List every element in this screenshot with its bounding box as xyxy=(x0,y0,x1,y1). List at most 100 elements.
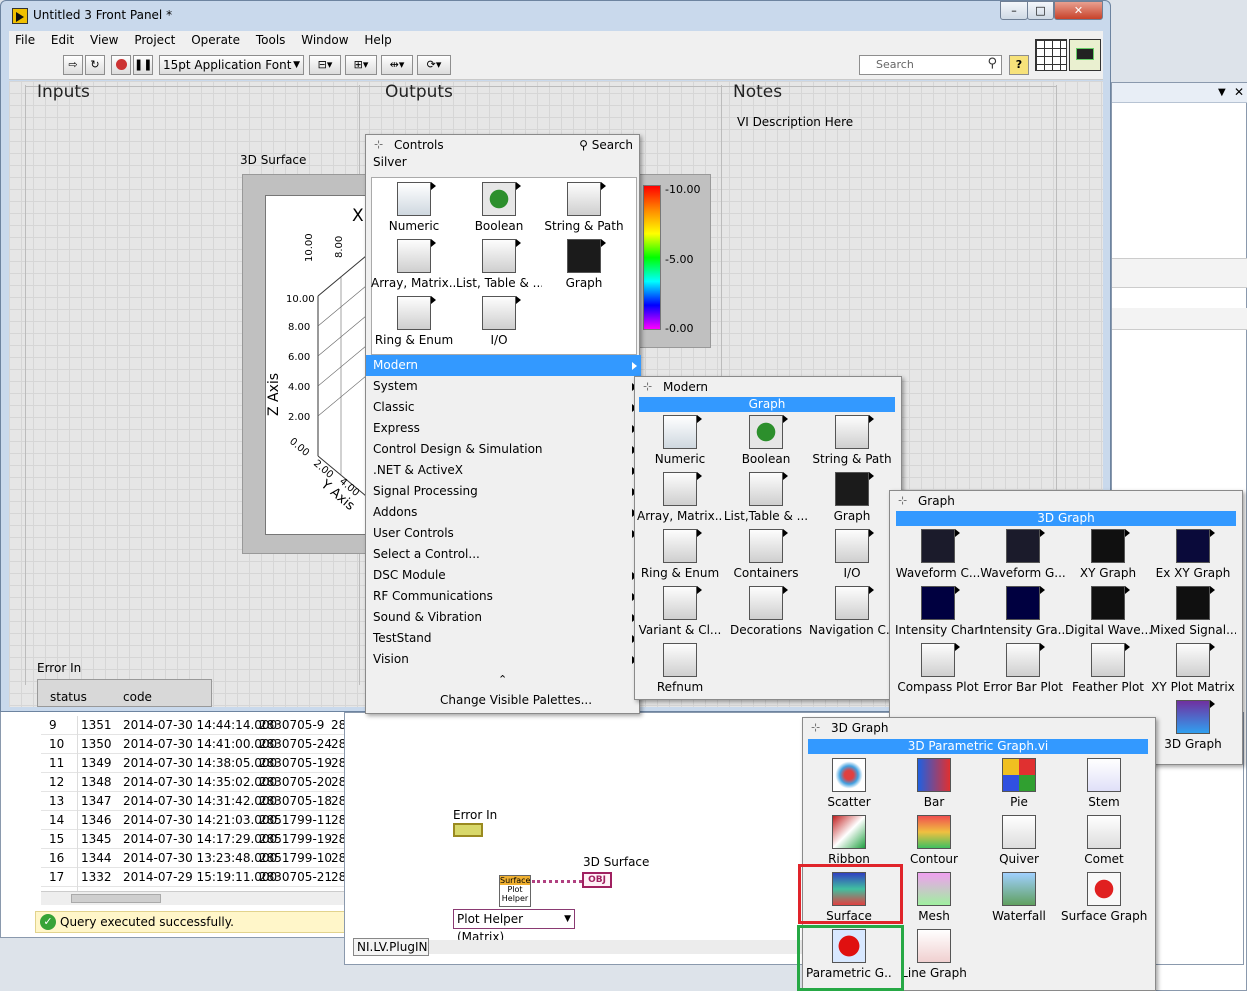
graph-item-waveform-c[interactable]: Waveform C... xyxy=(895,529,981,580)
abort-icon[interactable] xyxy=(111,55,131,75)
table-row[interactable]: 16 1344 2014-07-30 13:23:48.000 2851799-10 2… xyxy=(41,849,351,868)
horizontal-scrollbar[interactable] xyxy=(41,891,351,905)
graph3d-item-surface-graph[interactable]: Surface Graph xyxy=(1061,872,1147,923)
table-row[interactable]: 17 1332 2014-07-29 15:19:11.000 2830705-21 2… xyxy=(41,868,351,887)
menu-item-addons[interactable]: Addons xyxy=(366,502,641,523)
chevron-down-icon[interactable]: ▼ xyxy=(1218,87,1226,98)
controls-item-boolean[interactable]: Boolean xyxy=(456,182,542,233)
context-help-button[interactable]: ? xyxy=(1009,55,1029,75)
diagram-scrollbar[interactable] xyxy=(429,940,829,954)
pin-icon[interactable]: ⊹ xyxy=(643,381,655,393)
graph3d-item-pie[interactable]: Pie xyxy=(976,758,1062,809)
modern-item-i-o[interactable]: I/O xyxy=(809,529,895,580)
search-box[interactable]: Search ⚲ xyxy=(859,55,1002,75)
reorder-icon[interactable]: ⟳▾ xyxy=(417,55,451,75)
modern-item-array-matrix[interactable]: Array, Matrix... xyxy=(637,472,723,523)
graph3d-item-scatter[interactable]: Scatter xyxy=(806,758,892,809)
menu-item-express[interactable]: Express xyxy=(366,418,641,439)
graph3d-item-ribbon[interactable]: Ribbon xyxy=(806,815,892,866)
menu-tools[interactable]: Tools xyxy=(250,31,292,50)
modern-item-boolean[interactable]: Boolean xyxy=(723,415,809,466)
graph3d-item-contour[interactable]: Contour xyxy=(891,815,977,866)
modern-item-ring-enum[interactable]: Ring & Enum xyxy=(637,529,723,580)
modern-item-decorations[interactable]: Decorations xyxy=(723,586,809,637)
controls-item-list-table[interactable]: List, Table & ... xyxy=(456,239,542,290)
modern-item-variant-cl[interactable]: Variant & Cl... xyxy=(637,586,723,637)
modern-item-refnum[interactable]: Refnum xyxy=(637,643,723,694)
graph-item-intensity-gra[interactable]: Intensity Gra... xyxy=(980,586,1066,637)
table-row[interactable]: 10 1350 2014-07-30 14:41:00.000 2830705-24 2… xyxy=(41,735,351,754)
controls-item-ring-enum[interactable]: Ring & Enum xyxy=(371,296,457,347)
graph-item-ex-xy-graph[interactable]: Ex XY Graph xyxy=(1150,529,1236,580)
graph3d-item-quiver[interactable]: Quiver xyxy=(976,815,1062,866)
distribute-objects-icon[interactable]: ⊞▾ xyxy=(345,55,377,75)
pin-icon[interactable]: ⊹ xyxy=(898,495,910,507)
connector-pane-icon[interactable] xyxy=(1035,39,1067,71)
menu-item-modern[interactable]: Modern xyxy=(366,355,641,376)
table-row[interactable]: 12 1348 2014-07-30 14:35:02.000 2830705-20 2… xyxy=(41,773,351,792)
close-button[interactable]: ✕ xyxy=(1054,1,1103,20)
table-row[interactable]: 14 1346 2014-07-30 14:21:03.000 2851799-11 2… xyxy=(41,811,351,830)
resize-objects-icon[interactable]: ⇹▾ xyxy=(381,55,413,75)
controls-item-numeric[interactable]: Numeric xyxy=(371,182,457,233)
menu-view[interactable]: View xyxy=(84,31,124,50)
controls-item-array-matrix[interactable]: Array, Matrix... xyxy=(371,239,457,290)
font-select[interactable]: 15pt Application Font ▼ xyxy=(159,55,304,75)
menu-item-net-activex[interactable]: .NET & ActiveX xyxy=(366,460,641,481)
table-row[interactable]: 15 1345 2014-07-30 14:17:29.000 2851799-19 2… xyxy=(41,830,351,849)
menu-item-system[interactable]: System xyxy=(366,376,641,397)
vi-icon[interactable] xyxy=(1069,39,1101,71)
menu-item-user-controls[interactable]: User Controls xyxy=(366,523,641,544)
modern-item-list-table[interactable]: List,Table & ... xyxy=(723,472,809,523)
table-row[interactable]: 9 1351 2014-07-30 14:44:14.000 2830705-9 28 xyxy=(41,716,351,735)
graph-item-xy-plot-matrix[interactable]: XY Plot Matrix xyxy=(1150,643,1236,694)
graph-item-feather-plot[interactable]: Feather Plot xyxy=(1065,643,1151,694)
menu-help[interactable]: Help xyxy=(358,31,397,50)
menu-window[interactable]: Window xyxy=(295,31,354,50)
maximize-button[interactable]: □ xyxy=(1027,1,1054,20)
graph-item-mixed-signal[interactable]: Mixed Signal... xyxy=(1150,586,1236,637)
menu-edit[interactable]: Edit xyxy=(45,31,80,50)
error-in-terminal[interactable] xyxy=(453,823,483,837)
menu-item-classic[interactable]: Classic xyxy=(366,397,641,418)
close-icon[interactable]: ✕ xyxy=(1234,85,1244,99)
run-arrow-icon[interactable]: ⇨ xyxy=(63,55,83,75)
run-continuously-icon[interactable]: ↻ xyxy=(85,55,105,75)
obj-terminal[interactable]: OBJ xyxy=(582,872,612,888)
menu-item-select-a-control[interactable]: Select a Control... xyxy=(366,544,641,565)
table-row[interactable]: 13 1347 2014-07-30 14:31:42.000 2830705-18 2… xyxy=(41,792,351,811)
graph-item-xy-graph[interactable]: XY Graph xyxy=(1065,529,1151,580)
plot-helper-select[interactable]: Plot Helper (Matrix) ▼ xyxy=(453,909,575,944)
menu-project[interactable]: Project xyxy=(128,31,181,50)
menu-item-teststand[interactable]: TestStand xyxy=(366,628,641,649)
pin-icon[interactable]: ⊹ xyxy=(374,139,386,151)
modern-item-numeric[interactable]: Numeric xyxy=(637,415,723,466)
menu-item-dsc-module[interactable]: DSC Module xyxy=(366,565,641,586)
table-row[interactable]: 11 1349 2014-07-30 14:38:05.000 2830705-19 2… xyxy=(41,754,351,773)
modern-item-containers[interactable]: Containers xyxy=(723,529,809,580)
graph3d-item-mesh[interactable]: Mesh xyxy=(891,872,977,923)
pin-icon[interactable]: ⊹ xyxy=(811,722,823,734)
graph-item-3d-graph[interactable]: 3D Graph xyxy=(1150,700,1236,751)
pause-icon[interactable]: ❚❚ xyxy=(133,55,153,75)
menu-item-sound-vibration[interactable]: Sound & Vibration xyxy=(366,607,641,628)
controls-item-i-o[interactable]: I/O xyxy=(456,296,542,347)
graph-item-intensity-chart[interactable]: Intensity Chart xyxy=(895,586,981,637)
plot-helper-node[interactable]: Surface Plot Helper xyxy=(499,875,531,907)
graph3d-item-stem[interactable]: Stem xyxy=(1061,758,1147,809)
graph-item-waveform-g[interactable]: Waveform G... xyxy=(980,529,1066,580)
plugin-tab[interactable]: NI.LV.PlugIN xyxy=(353,938,429,956)
3d-surface-graph[interactable]: X 10.00 8.00 10.00 8.00 6.00 4.00 2.00 0… xyxy=(242,174,373,554)
graph-item-error-bar-plot[interactable]: Error Bar Plot xyxy=(980,643,1066,694)
align-objects-icon[interactable]: ⊟▾ xyxy=(309,55,341,75)
modern-item-string-path[interactable]: String & Path xyxy=(809,415,895,466)
graph3d-item-waterfall[interactable]: Waterfall xyxy=(976,872,1062,923)
graph3d-item-bar[interactable]: Bar xyxy=(891,758,977,809)
palette-category[interactable]: Silver xyxy=(373,155,407,169)
graph-item-compass-plot[interactable]: Compass Plot xyxy=(895,643,981,694)
menu-item-rf-communications[interactable]: RF Communications xyxy=(366,586,641,607)
menu-item-signal-processing[interactable]: Signal Processing xyxy=(366,481,641,502)
modern-item-graph[interactable]: Graph xyxy=(809,472,895,523)
palette-search-button[interactable]: ⚲ Search xyxy=(579,135,633,155)
collapse-icon[interactable]: ⌃ xyxy=(498,673,507,686)
